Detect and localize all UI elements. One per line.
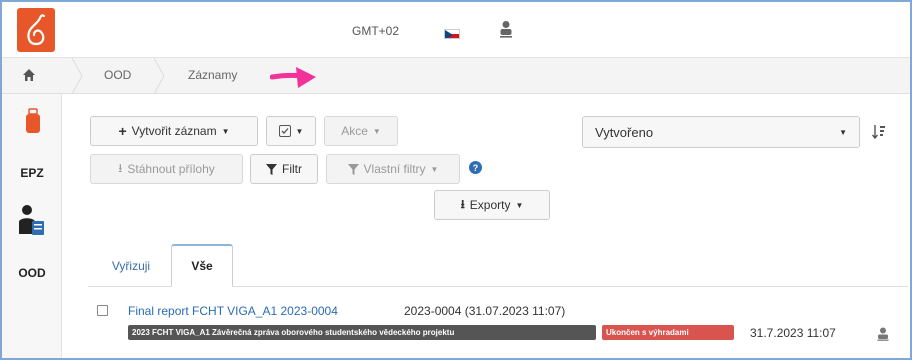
document-bag-icon bbox=[26, 108, 40, 133]
breadcrumb: OOD Záznamy bbox=[2, 58, 910, 94]
download-icon: ⭳ bbox=[460, 196, 465, 211]
help-icon[interactable]: ? bbox=[469, 161, 482, 174]
pink-arrow-annotation-icon bbox=[269, 63, 322, 98]
record-date: 31.7.2023 11:07 bbox=[750, 326, 836, 340]
person-document-icon bbox=[19, 205, 44, 235]
czech-flag-icon[interactable] bbox=[444, 29, 460, 39]
tab-vse[interactable]: Vše bbox=[171, 244, 233, 287]
sidebar: EPZ OOD bbox=[2, 94, 62, 358]
caret-down-icon: ▼ bbox=[295, 126, 304, 136]
user-icon[interactable] bbox=[499, 20, 513, 43]
actions-button[interactable]: Akce ▼ bbox=[324, 116, 398, 146]
sidebar-item-ood[interactable]: OOD bbox=[2, 266, 62, 280]
timezone-label: GMT+02 bbox=[352, 24, 400, 38]
sort-order-icon[interactable] bbox=[871, 124, 886, 145]
caret-down-icon: ▼ bbox=[430, 164, 439, 174]
custom-filters-button[interactable]: Vlastní filtry ▼ bbox=[326, 154, 460, 184]
filter-funnel-icon bbox=[266, 163, 277, 175]
logo-drop-icon bbox=[27, 14, 46, 46]
record-checkbox[interactable] bbox=[97, 305, 108, 316]
tab-vyrizuji[interactable]: Vyřizuji bbox=[92, 244, 170, 287]
record-id-text: 2023-0004 (31.07.2023 11:07) bbox=[404, 304, 566, 318]
record-type-badge: 2023 FCHT VIGA_A1 Závěrečná zpráva oboro… bbox=[128, 325, 596, 340]
sort-field-value: Vytvořeno bbox=[595, 124, 654, 140]
sidebar-item-epz[interactable]: EPZ bbox=[2, 166, 62, 180]
breadcrumb-item-zaznamy: Záznamy bbox=[188, 68, 238, 82]
custom-filters-label: Vlastní filtry bbox=[363, 162, 426, 176]
breadcrumb-separator-icon bbox=[71, 58, 83, 94]
download-attachments-label: Stáhnout přílohy bbox=[127, 162, 215, 176]
actions-label: Akce bbox=[341, 124, 368, 138]
status-badge: Ukončen s výhradami bbox=[602, 325, 734, 340]
exports-button[interactable]: ⭳ Exporty ▼ bbox=[434, 190, 550, 220]
breadcrumb-item-ood[interactable]: OOD bbox=[104, 68, 131, 82]
create-record-label: Vytvořit záznam bbox=[131, 124, 217, 138]
plus-icon: + bbox=[118, 123, 127, 139]
download-attachments-button[interactable]: ⭳ Stáhnout přílohy bbox=[90, 154, 243, 184]
sort-field-select[interactable]: Vytvořeno ▼ bbox=[582, 116, 860, 148]
sidebar-item-document-bag[interactable] bbox=[24, 108, 42, 139]
checkbox-check-icon bbox=[278, 125, 291, 137]
home-icon[interactable] bbox=[22, 68, 36, 87]
sidebar-item-person-document[interactable] bbox=[18, 204, 46, 243]
filter-label: Filtr bbox=[282, 162, 302, 176]
bulk-select-button[interactable]: ▼ bbox=[266, 116, 316, 146]
user-icon[interactable] bbox=[877, 327, 889, 346]
breadcrumb-separator-icon bbox=[153, 58, 165, 94]
caret-down-icon: ▼ bbox=[221, 126, 230, 136]
filter-funnel-icon bbox=[347, 163, 359, 175]
caret-down-icon: ▼ bbox=[515, 200, 524, 210]
filter-button[interactable]: Filtr bbox=[250, 154, 318, 184]
top-bar: GMT+02 bbox=[2, 2, 910, 58]
download-icon: ⭳ bbox=[118, 160, 123, 175]
exports-label: Exporty bbox=[469, 198, 511, 212]
app-logo[interactable] bbox=[17, 8, 55, 52]
caret-down-icon: ▼ bbox=[839, 127, 847, 137]
create-record-button[interactable]: + Vytvořit záznam ▼ bbox=[90, 116, 258, 146]
caret-down-icon: ▼ bbox=[372, 126, 381, 136]
record-title-link[interactable]: Final report FCHT VIGA_A1 2023-0004 bbox=[128, 304, 338, 318]
